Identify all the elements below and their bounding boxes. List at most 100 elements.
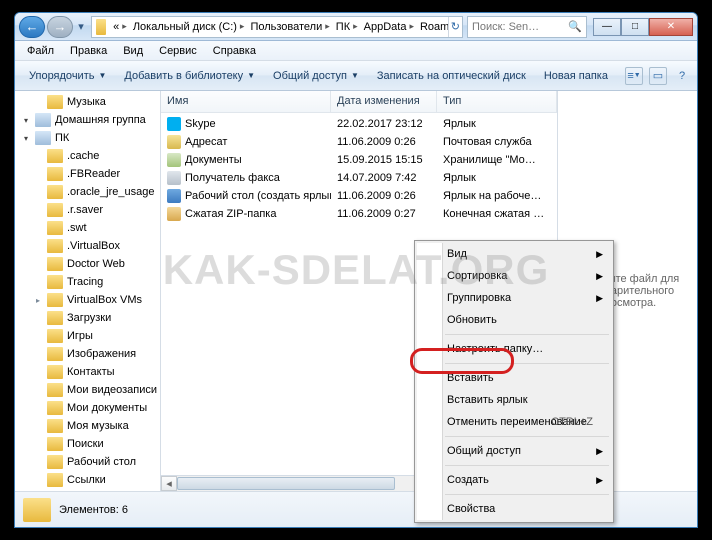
folder-icon [47,221,63,235]
burn-button[interactable]: Записать на оптический диск [369,66,534,86]
file-row[interactable]: Получатель факса14.07.2009 7:42Ярлык [161,169,557,187]
column-date[interactable]: Дата изменения [331,91,437,112]
close-button[interactable]: ✕ [649,18,693,36]
folder-icon [23,498,51,522]
file-row[interactable]: Skype22.02.2017 23:12Ярлык [161,115,557,133]
tree-item[interactable]: .VirtualBox [15,237,160,255]
file-icon [167,117,181,131]
folder-icon [47,293,63,307]
folder-icon [47,185,63,199]
menu-правка[interactable]: Правка [62,43,115,59]
menubar: ФайлПравкаВидСервисСправка [15,41,697,61]
ctx-Обновить[interactable]: Обновить [417,309,611,331]
breadcrumb-5[interactable]: Roaming▸ [417,21,448,33]
tree-item[interactable]: Мои документы [15,399,160,417]
folder-icon [47,419,63,433]
ctx-Общий доступ[interactable]: Общий доступ▶ [417,440,611,462]
share-button[interactable]: Общий доступ▼ [265,66,367,86]
tree-item[interactable]: ▸VirtualBox VMs [15,291,160,309]
menu-файл[interactable]: Файл [19,43,62,59]
nav-forward-button[interactable]: → [47,16,73,38]
folder-icon [47,401,63,415]
breadcrumb-4[interactable]: AppData▸ [361,21,417,33]
tree-item[interactable]: Рабочий стол [15,453,160,471]
folder-icon [47,311,63,325]
column-headers: Имя Дата изменения Тип [161,91,557,113]
preview-pane-button[interactable]: ▭ [649,67,667,85]
file-row[interactable]: Адресат11.06.2009 0:26Почтовая служба [161,133,557,151]
ctx-Сортировка[interactable]: Сортировка▶ [417,265,611,287]
nav-back-button[interactable]: ← [19,16,45,38]
folder-icon [47,275,63,289]
maximize-button[interactable]: □ [621,18,649,36]
breadcrumb-1[interactable]: Локальный диск (C:)▸ [130,21,248,33]
tree-item[interactable]: ▾Домашняя группа [15,111,160,129]
tree-item[interactable]: Поиски [15,435,160,453]
file-icon [167,135,181,149]
breadcrumb-2[interactable]: Пользователи▸ [247,21,332,33]
scroll-left-button[interactable]: ◂ [161,476,177,491]
ctx-Группировка[interactable]: Группировка▶ [417,287,611,309]
tree-item[interactable]: Игры [15,327,160,345]
ctx-Вставить[interactable]: Вставить [417,367,611,389]
tree-item[interactable]: Изображения [15,345,160,363]
ctx-Свойства[interactable]: Свойства [417,498,611,520]
toolbar: Упорядочить▼ Добавить в библиотеку▼ Общи… [15,61,697,91]
comp-icon [35,131,51,145]
menu-справка[interactable]: Справка [205,43,264,59]
ctx-Отменить переименование[interactable]: Отменить переименованиеCTRL+Z [417,411,611,433]
column-name[interactable]: Имя [161,91,331,112]
file-icon [167,189,181,203]
folder-icon [47,257,63,271]
search-input[interactable]: Поиск: Sen… 🔍 [467,16,587,38]
tree-item[interactable]: .FBReader [15,165,160,183]
tree-item[interactable]: Музыка [15,93,160,111]
tree-item[interactable]: ▾ПК [15,129,160,147]
breadcrumb-0[interactable]: «▸ [110,21,130,33]
ctx-Вид[interactable]: Вид▶ [417,243,611,265]
tree-item[interactable]: .oracle_jre_usage [15,183,160,201]
file-row[interactable]: Сжатая ZIP-папка11.06.2009 0:27Конечная … [161,205,557,223]
help-button[interactable]: ? [673,67,691,85]
file-icon [167,207,181,221]
folder-icon [47,239,63,253]
tree-item[interactable]: Контакты [15,363,160,381]
folder-icon [47,149,63,163]
file-row[interactable]: Рабочий стол (создать ярлык)11.06.2009 0… [161,187,557,205]
ctx-Настроить папку…[interactable]: Настроить папку… [417,338,611,360]
file-row[interactable]: Документы15.09.2015 15:15Хранилище "Мо… [161,151,557,169]
folder-icon [47,455,63,469]
tree-item[interactable]: .cache [15,147,160,165]
tree-item[interactable]: Загрузки [15,309,160,327]
minimize-button[interactable]: — [593,18,621,36]
breadcrumb-3[interactable]: ПК▸ [333,21,361,33]
folder-icon [47,329,63,343]
ctx-Создать[interactable]: Создать▶ [417,469,611,491]
column-type[interactable]: Тип [437,91,557,112]
item-count: Элементов: 6 [59,504,128,516]
view-options-button[interactable]: ≡▼ [625,67,643,85]
tree-item[interactable]: Doctor Web [15,255,160,273]
file-icon [167,153,181,167]
scroll-thumb[interactable] [177,477,395,490]
menu-вид[interactable]: Вид [115,43,151,59]
tree-item[interactable]: .swt [15,219,160,237]
ctx-Вставить ярлык[interactable]: Вставить ярлык [417,389,611,411]
tree-item[interactable]: Мои видеозаписи [15,381,160,399]
tree-item[interactable]: ▾Компьютер [15,489,160,491]
address-bar[interactable]: «▸Локальный диск (C:)▸Пользователи▸ПК▸Ap… [91,16,463,38]
add-to-library-button[interactable]: Добавить в библиотеку▼ [116,66,263,86]
folder-icon [47,95,63,109]
nav-history-dropdown[interactable]: ▾ [75,16,87,38]
tree-item[interactable]: Tracing [15,273,160,291]
comp-icon [35,113,51,127]
navigation-tree[interactable]: Музыка▾Домашняя группа▾ПК.cache.FBReader… [15,91,161,491]
refresh-button[interactable]: ↻ [448,17,462,37]
menu-сервис[interactable]: Сервис [151,43,205,59]
organize-button[interactable]: Упорядочить▼ [21,66,114,86]
tree-item[interactable]: .r.saver [15,201,160,219]
new-folder-button[interactable]: Новая папка [536,66,616,86]
search-icon: 🔍 [568,20,582,33]
tree-item[interactable]: Моя музыка [15,417,160,435]
tree-item[interactable]: Ссылки [15,471,160,489]
